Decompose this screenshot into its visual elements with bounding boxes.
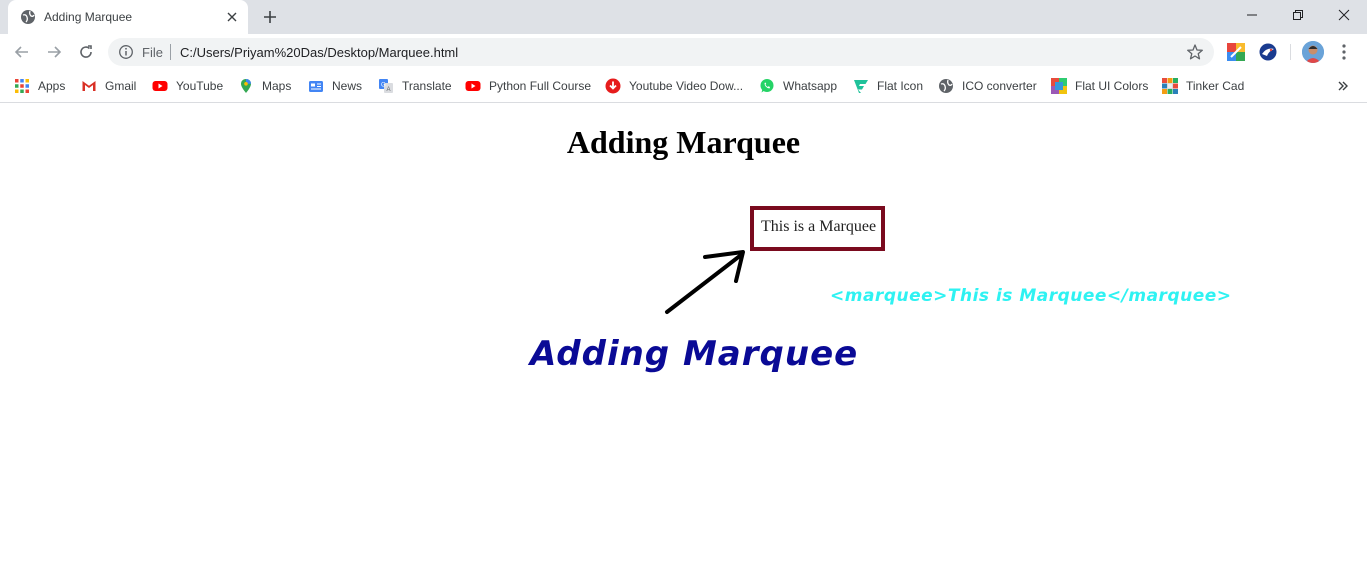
bookmark-label: Translate <box>402 79 452 93</box>
bookmark-news[interactable]: News <box>308 76 362 96</box>
minimize-button[interactable] <box>1229 0 1275 30</box>
info-icon[interactable] <box>118 44 134 60</box>
url-text[interactable]: C:/Users/Priyam%20Das/Desktop/Marquee.ht… <box>180 45 458 60</box>
bookmark-apps[interactable]: Apps <box>14 76 65 96</box>
bookmark-label: Maps <box>262 79 292 93</box>
bookmark-label: Flat UI Colors <box>1075 79 1149 93</box>
news-icon <box>309 81 323 92</box>
page-heading: Adding Marquee <box>566 124 801 160</box>
bookmark-flat-icon[interactable]: Flat Icon <box>853 76 923 96</box>
bookmark-gmail[interactable]: Gmail <box>81 76 136 96</box>
bookmarks-overflow-button[interactable] <box>1334 77 1352 95</box>
bookmark-star-icon[interactable] <box>1186 43 1204 61</box>
reload-icon <box>80 45 92 58</box>
scheme-label: File <box>142 45 163 60</box>
tinkercad-icon <box>1162 78 1178 94</box>
minimize-icon <box>1247 14 1257 16</box>
chevron-double-right-icon <box>1338 81 1348 91</box>
toolbar-divider <box>1290 44 1291 60</box>
browser-tab[interactable]: Adding Marquee <box>8 0 248 34</box>
restore-icon <box>1293 10 1303 20</box>
youtube-icon <box>465 81 481 91</box>
youtube-icon <box>152 81 168 91</box>
tab-close-icon[interactable] <box>224 9 240 25</box>
reload-button[interactable] <box>74 40 98 64</box>
bookmark-tinker-cad[interactable]: Tinker Cad <box>1162 76 1244 96</box>
bookmark-label: Python Full Course <box>489 79 592 93</box>
page-content: Adding Marquee This is a Marquee <marque… <box>0 104 1367 562</box>
bookmark-label: ICO converter <box>962 79 1037 93</box>
marquee-text: This is a Marquee <box>761 218 877 235</box>
bookmark-ico-converter[interactable]: ICO converter <box>938 76 1037 96</box>
back-button[interactable] <box>10 40 34 64</box>
bookmark-youtube[interactable]: YouTube <box>152 76 223 96</box>
tab-strip: Adding Marquee <box>0 0 1367 34</box>
close-window-button[interactable] <box>1321 0 1367 30</box>
tab-title: Adding Marquee <box>44 10 133 24</box>
address-bar[interactable]: File C:/Users/Priyam%20Das/Desktop/Marqu… <box>108 38 1214 66</box>
profile-avatar[interactable] <box>1302 41 1324 63</box>
bookmark-label: Youtube Video Dow... <box>629 79 744 93</box>
new-tab-button[interactable] <box>258 6 282 28</box>
arrow-icon <box>665 250 745 314</box>
bookmark-label: News <box>332 79 363 93</box>
arrow-right-icon <box>48 46 62 58</box>
forward-button[interactable] <box>42 40 66 64</box>
restore-button[interactable] <box>1275 0 1321 30</box>
browser-menu-button[interactable] <box>1334 42 1354 62</box>
omnibox-divider <box>170 44 171 60</box>
translate-icon: G A <box>379 79 393 93</box>
maps-icon <box>241 79 251 93</box>
whatsapp-icon <box>760 79 774 93</box>
plus-icon <box>264 11 276 23</box>
bookmark-label: Tinker Cad <box>1186 79 1245 93</box>
bookmark-label: Apps <box>38 79 66 93</box>
bookmark-label: YouTube <box>176 79 224 93</box>
bookmark-translate[interactable]: G A Translate <box>378 76 452 96</box>
extension-eagle-icon[interactable] <box>1258 42 1278 62</box>
color-palette-icon <box>1051 78 1067 94</box>
svg-text:A: A <box>387 87 391 93</box>
more-vertical-icon <box>1342 44 1346 60</box>
bookmarks-bar: Apps Gmail YouTube Maps News G A Transla… <box>0 70 1367 103</box>
bookmark-flat-ui-colors[interactable]: Flat UI Colors <box>1051 76 1148 96</box>
bookmark-youtube-video-download[interactable]: Youtube Video Dow... <box>605 76 743 96</box>
arrow-left-icon <box>14 46 28 58</box>
flaticon-icon <box>854 80 868 93</box>
globe-icon <box>21 10 35 24</box>
bookmark-label: Whatsapp <box>783 79 838 93</box>
handwritten-title: Adding Marquee <box>530 334 859 374</box>
marquee-box: This is a Marquee <box>750 206 885 251</box>
apps-grid-icon <box>15 79 29 93</box>
bookmark-label: Gmail <box>105 79 137 93</box>
extension-colorful-icon[interactable] <box>1226 42 1246 62</box>
globe-icon <box>939 79 953 93</box>
svg-text:G: G <box>381 83 386 89</box>
toolbar: File C:/Users/Priyam%20Das/Desktop/Marqu… <box>0 34 1367 70</box>
close-icon <box>1338 9 1350 21</box>
bookmark-python-full-course[interactable]: Python Full Course <box>465 76 591 96</box>
bookmark-label: Flat Icon <box>877 79 924 93</box>
download-icon <box>605 78 621 94</box>
gmail-icon <box>82 81 96 91</box>
code-annotation: <marquee>This is Marquee</marquee> <box>830 286 1232 306</box>
avatar-icon <box>1302 41 1324 63</box>
bookmark-maps[interactable]: Maps <box>238 76 291 96</box>
bookmark-whatsapp[interactable]: Whatsapp <box>759 76 837 96</box>
